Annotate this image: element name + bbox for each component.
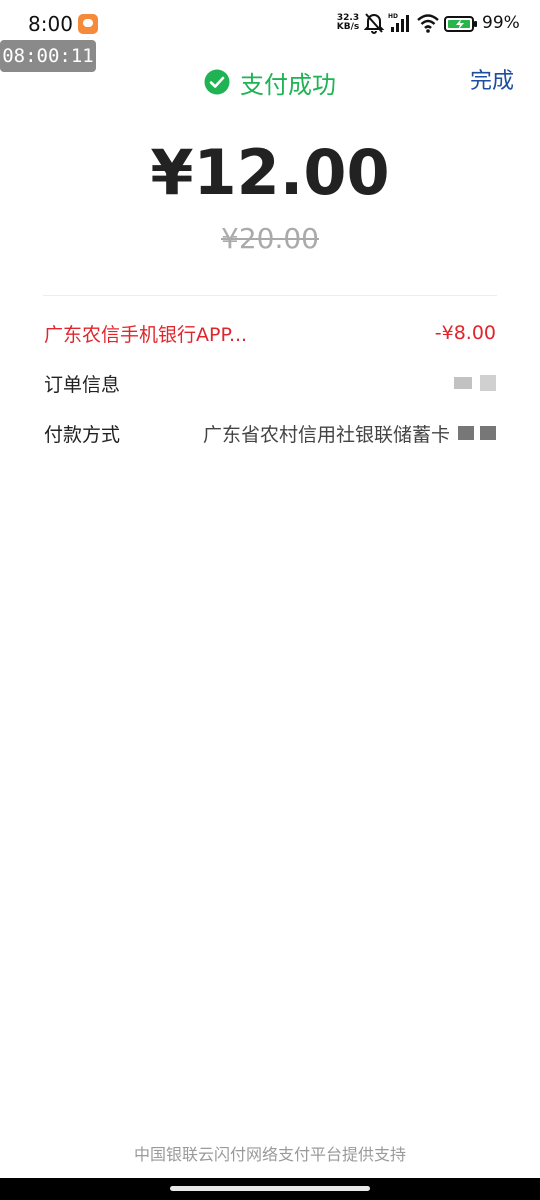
footer-support-text: 中国银联云闪付网络支付平台提供支持: [133, 1145, 406, 1164]
discount-row: 广东农信手机银行APP... -¥8.00: [44, 318, 496, 348]
order-info-value-redacted: [454, 375, 496, 391]
payment-success-screen: 8:00 32.3 KB/s HD 99% 08:00:11 支付成功 完成 ¥…: [0, 0, 540, 1200]
signal-icon: HD: [388, 13, 409, 32]
network-speed: 32.3 KB/s: [334, 14, 362, 32]
success-title: 支付成功: [240, 70, 336, 99]
status-time: 8:00: [28, 12, 73, 36]
redacted-block: [480, 375, 496, 391]
home-indicator[interactable]: [170, 1186, 370, 1191]
payment-method-label: 付款方式: [44, 423, 121, 446]
order-info-label: 订单信息: [44, 373, 121, 396]
app-notification-icon: [78, 14, 98, 34]
network-speed-unit: KB/s: [336, 22, 360, 32]
payment-method-row: 付款方式 广东省农村信用社银联储蓄卡: [44, 418, 496, 448]
card-number-redacted: [458, 426, 496, 440]
done-button[interactable]: 完成: [470, 63, 514, 95]
redacted-block: [454, 377, 472, 389]
original-amount: ¥20.00: [221, 222, 319, 255]
payment-method-value: 广东省农村信用社银联储蓄卡: [202, 423, 450, 446]
battery-percent: 99%: [482, 13, 520, 33]
redacted-block: [458, 426, 474, 440]
navigation-bar: [0, 1178, 540, 1200]
wifi-icon: [417, 14, 439, 33]
discount-label: 广东农信手机银行APP...: [44, 323, 248, 346]
paid-amount: ¥12.00: [150, 136, 390, 209]
divider: [43, 295, 497, 296]
redacted-block: [480, 426, 496, 440]
success-header: 支付成功: [0, 64, 540, 100]
order-info-row[interactable]: 订单信息: [44, 368, 496, 398]
check-circle-icon: [204, 69, 230, 95]
svg-text:HD: HD: [388, 13, 398, 20]
bell-muted-icon: [364, 13, 384, 34]
payment-method-value-group: 广东省农村信用社银联储蓄卡: [203, 420, 496, 447]
battery-icon: [444, 16, 477, 32]
discount-value: -¥8.00: [434, 322, 496, 344]
